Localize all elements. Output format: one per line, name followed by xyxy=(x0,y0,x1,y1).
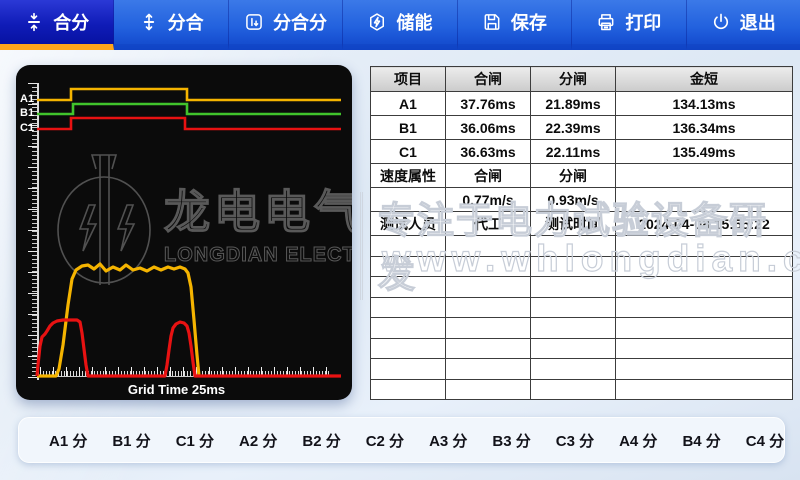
cell: 36.63ms xyxy=(446,140,531,164)
table-row-empty xyxy=(371,359,793,380)
cell: 136.34ms xyxy=(616,116,793,140)
status-item-a4: A4 分 xyxy=(619,430,657,451)
tab-label: 保存 xyxy=(511,9,547,35)
tab-save[interactable]: 保存 xyxy=(458,0,572,50)
cell: 合闸 xyxy=(446,164,531,188)
table-row-speed-values: 0.77m/s 0.93m/s xyxy=(371,188,793,212)
cell: A1 xyxy=(371,92,446,116)
cell: 0.77m/s xyxy=(446,188,531,212)
cell: 测试人员 xyxy=(371,212,446,236)
table-row-c1: C1 36.63ms 22.11ms 135.49ms xyxy=(371,140,793,164)
waveform-plot xyxy=(16,65,352,400)
tab-print[interactable]: 打印 xyxy=(572,0,686,50)
tab-exit[interactable]: 退出 xyxy=(687,0,800,50)
table-row-empty xyxy=(371,236,793,257)
trace-label-b1: B1 xyxy=(20,107,34,119)
cell: 135.49ms xyxy=(616,140,793,164)
table-header-row: 项目 合闸 分闸 金短 xyxy=(371,67,793,92)
tab-label: 打印 xyxy=(625,9,661,35)
cell: 分闸 xyxy=(531,164,616,188)
trace-label-c1: C1 xyxy=(20,122,34,134)
cell: 代工 xyxy=(446,212,531,236)
trace-label-a1: A1 xyxy=(20,93,34,105)
tab-energy-storage[interactable]: 储能 xyxy=(343,0,457,50)
header-item: 项目 xyxy=(371,67,446,92)
cell: C1 xyxy=(371,140,446,164)
cell: 134.13ms xyxy=(616,92,793,116)
top-nav-bar: 合分 分合 分合分 储能 保存 打印 xyxy=(0,0,800,50)
status-item-a3: A3 分 xyxy=(429,430,467,451)
cell: B1 xyxy=(371,116,446,140)
trace-travel-red xyxy=(37,320,341,376)
status-item-b4: B4 分 xyxy=(682,430,720,451)
cell: 0.93m/s xyxy=(531,188,616,212)
status-item-b1: B1 分 xyxy=(112,430,150,451)
status-item-c3: C3 分 xyxy=(556,430,594,451)
table-row-empty xyxy=(371,338,793,359)
table-row-tester: 测试人员 代工 测试时间 2024-04-08 15:55:22 xyxy=(371,212,793,236)
oscillogram-panel: 龙电电气 LONGDIAN ELECTRIC A1 B1 C1 Grid Tim… xyxy=(16,65,352,400)
save-floppy-icon xyxy=(482,12,502,32)
split-vertical-icon xyxy=(139,12,159,32)
cell: 测试时间 xyxy=(531,212,616,236)
cell: 36.06ms xyxy=(446,116,531,140)
cell: 37.76ms xyxy=(446,92,531,116)
table-row-empty xyxy=(371,318,793,339)
table-row-empty xyxy=(371,379,793,400)
tab-label: 分合分 xyxy=(273,9,327,35)
status-bar: A1 分 B1 分 C1 分 A2 分 B2 分 C2 分 A3 分 B3 分 … xyxy=(18,417,785,463)
tab-open-close[interactable]: 分合 xyxy=(114,0,228,50)
cell xyxy=(616,164,793,188)
tab-label: 储能 xyxy=(396,9,432,35)
tab-label: 合分 xyxy=(53,9,89,35)
tab-label: 分合 xyxy=(168,9,204,35)
trace-c1-step xyxy=(37,118,341,129)
energy-hexagon-icon xyxy=(367,12,387,32)
table-row-empty xyxy=(371,277,793,298)
results-table: 项目 合闸 分闸 金短 A1 37.76ms 21.89ms 134.13ms … xyxy=(370,66,793,400)
tab-label: 退出 xyxy=(740,9,776,35)
table-row-b1: B1 36.06ms 22.39ms 136.34ms xyxy=(371,116,793,140)
status-item-b3: B3 分 xyxy=(492,430,530,451)
table-row-a1: A1 37.76ms 21.89ms 134.13ms xyxy=(371,92,793,116)
status-item-c1: C1 分 xyxy=(176,430,214,451)
table-row-empty xyxy=(371,297,793,318)
cell xyxy=(616,188,793,212)
tab-open-close-open[interactable]: 分合分 xyxy=(229,0,343,50)
status-item-c2: C2 分 xyxy=(366,430,404,451)
tab-close-open[interactable]: 合分 xyxy=(0,0,114,50)
header-open: 分闸 xyxy=(531,67,616,92)
cell: 2024-04-08 15:55:22 xyxy=(616,212,793,236)
cell: 速度属性 xyxy=(371,164,446,188)
power-icon xyxy=(711,12,731,32)
status-item-b2: B2 分 xyxy=(302,430,340,451)
printer-icon xyxy=(596,12,616,32)
trace-a1-step xyxy=(37,89,341,100)
grid-time-label: Grid Time 25ms xyxy=(74,382,279,397)
watermark-divider xyxy=(360,192,363,300)
header-metal-short: 金短 xyxy=(616,67,793,92)
main-area: 龙电电气 LONGDIAN ELECTRIC A1 B1 C1 Grid Tim… xyxy=(0,50,800,480)
merge-vertical-icon xyxy=(24,12,44,32)
table-row-empty xyxy=(371,256,793,277)
results-table-container: 项目 合闸 分闸 金短 A1 37.76ms 21.89ms 134.13ms … xyxy=(370,66,793,400)
pulse-box-icon xyxy=(244,12,264,32)
cell: 22.39ms xyxy=(531,116,616,140)
cell: 21.89ms xyxy=(531,92,616,116)
cell: 22.11ms xyxy=(531,140,616,164)
status-item-a2: A2 分 xyxy=(239,430,277,451)
cell xyxy=(371,188,446,212)
status-item-a1: A1 分 xyxy=(49,430,87,451)
header-close: 合闸 xyxy=(446,67,531,92)
status-item-c4: C4 分 xyxy=(746,430,784,451)
trace-b1-step xyxy=(37,104,341,114)
table-row-speed-attr: 速度属性 合闸 分闸 xyxy=(371,164,793,188)
